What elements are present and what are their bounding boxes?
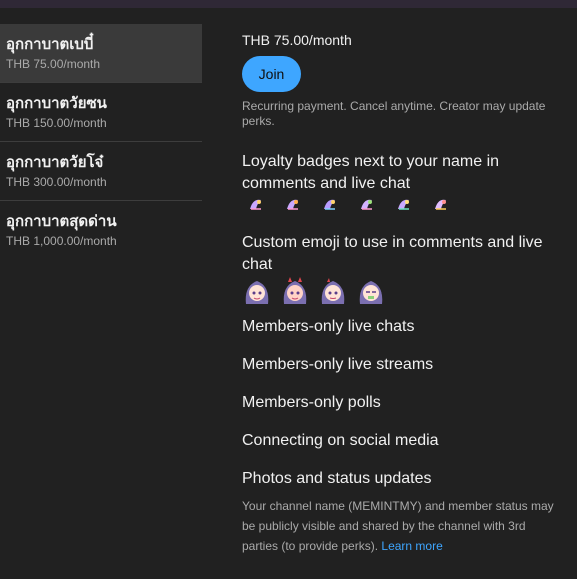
top-bar [0, 0, 577, 8]
tier-name: อุกกาบาตวัยซน [6, 95, 107, 112]
custom-emoji-icon [245, 281, 269, 304]
custom-emoji-icon [321, 278, 345, 304]
tier-item-naughty[interactable]: อุกกาบาตวัยซน THB 150.00/month [0, 83, 202, 142]
loyalty-badge-icon [324, 199, 335, 210]
tier-price: THB 150.00/month [6, 116, 107, 130]
tier-item-ultimate[interactable]: อุกกาบาตสุดด่าน THB 1,000.00/month [0, 201, 202, 260]
tier-detail: THB 75.00/month Join Recurring payment. … [242, 30, 557, 556]
join-button[interactable]: Join [242, 56, 301, 92]
tier-item-teen[interactable]: อุกกาบาตวัยโจ๋ THB 300.00/month [0, 142, 202, 201]
learn-more-link[interactable]: Learn more [381, 539, 442, 553]
perk-photos-status: Photos and status updates [242, 470, 432, 487]
custom-emoji-icon [283, 277, 307, 304]
loyalty-badge-icon [287, 199, 298, 210]
selected-tier-price: THB 75.00/month [242, 32, 352, 48]
loyalty-badge-row [242, 196, 557, 212]
loyalty-badge-icon [398, 199, 409, 210]
perk-polls: Members-only polls [242, 394, 381, 411]
custom-emoji-icon [359, 281, 383, 304]
loyalty-badge-icon [435, 199, 446, 210]
perk-custom-emoji: Custom emoji to use in comments and live… [242, 234, 543, 273]
perk-live-streams: Members-only live streams [242, 356, 434, 373]
tier-name: อุกกาบาตวัยโจ๋ [6, 154, 104, 171]
privacy-disclaimer: Your channel name (MEMINTMY) and member … [242, 496, 557, 556]
perk-social-media: Connecting on social media [242, 432, 439, 449]
custom-emoji-row [242, 276, 557, 306]
tier-list: อุกกาบาตเบบี๋ THB 75.00/month อุกกาบาตวั… [0, 24, 202, 260]
tier-price: THB 1,000.00/month [6, 234, 117, 248]
perk-loyalty-badges: Loyalty badges next to your name in comm… [242, 153, 500, 192]
tier-price: THB 75.00/month [6, 57, 101, 71]
tier-name: อุกกาบาตสุดด่าน [6, 213, 117, 230]
loyalty-badge-icon [250, 199, 261, 210]
recurring-note: Recurring payment. Cancel anytime. Creat… [242, 99, 546, 128]
tier-price: THB 300.00/month [6, 175, 107, 189]
perk-live-chats: Members-only live chats [242, 318, 415, 335]
tier-item-baby[interactable]: อุกกาบาตเบบี๋ THB 75.00/month [0, 24, 202, 83]
loyalty-badge-icon [361, 199, 372, 210]
tier-name: อุกกาบาตเบบี๋ [6, 36, 94, 53]
